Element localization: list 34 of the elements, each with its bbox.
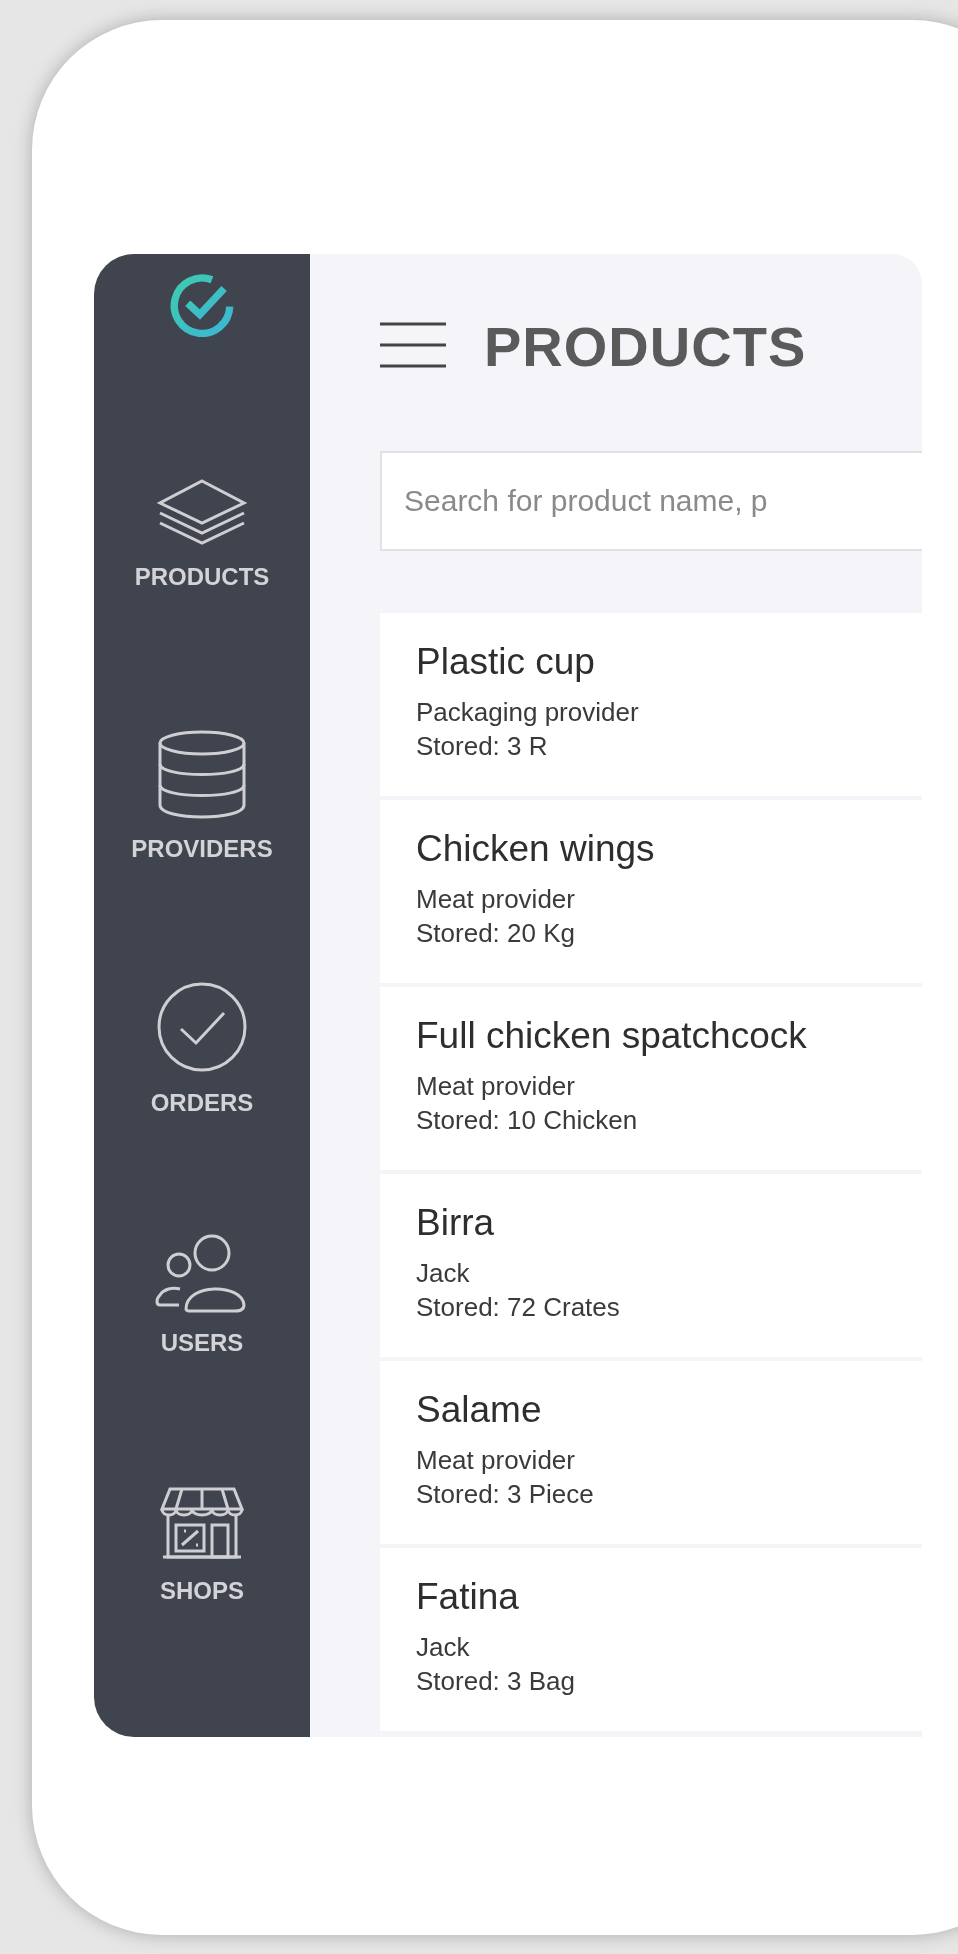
provider-name: Jack	[416, 1257, 470, 1290]
nav-item[interactable]: SHOPS	[160, 1485, 244, 1737]
product-name: Salame	[416, 1389, 542, 1431]
nav-item[interactable]: PROVIDERS	[131, 729, 273, 981]
provider-name: Jack	[416, 1631, 470, 1664]
product-name: Fatina	[416, 1576, 519, 1618]
product-card[interactable]: Birra Jack Stored: 72 Crates	[380, 1174, 922, 1357]
layers-icon	[156, 477, 248, 547]
search-field[interactable]: Search for product name, p	[380, 451, 922, 551]
checkmark-circle-icon	[156, 981, 248, 1073]
stock-text: Stored: 3 Bag	[416, 1665, 575, 1698]
stock-text: Stored: 20 Kg	[416, 917, 575, 950]
page-title: PRODUCTS	[484, 314, 807, 379]
product-name: Plastic cup	[416, 641, 595, 683]
nav-item[interactable]: ORDERS	[150, 981, 254, 1233]
nav-item[interactable]: PRODUCTS	[134, 477, 270, 729]
shop-icon	[160, 1485, 244, 1561]
product-card[interactable]: Full chicken spatchcock Meat provider Stored: 10 Chicken	[380, 987, 922, 1170]
product-card[interactable]: Salame Meat provider Stored: 3 Piece	[380, 1361, 922, 1544]
stock-text: Stored: 3 R	[416, 730, 548, 763]
nav-item[interactable]: USERS	[154, 1233, 250, 1485]
provider-name: Packaging provider	[416, 696, 639, 729]
provider-name: Meat provider	[416, 883, 575, 916]
provider-name: Meat provider	[416, 1444, 575, 1477]
provider-name: Meat provider	[416, 1070, 575, 1103]
stock-text: Stored: 10 Chicken	[416, 1104, 638, 1137]
product-name: Full chicken spatchcock	[416, 1015, 807, 1057]
product-card[interactable]: Chicken wings Meat provider Stored: 20 Kg	[380, 800, 922, 983]
product-card[interactable]: Fatina Jack Stored: 3 Bag	[380, 1548, 922, 1731]
stock-text: Stored: 3 Piece	[416, 1478, 594, 1511]
product-name: Birra	[416, 1202, 495, 1244]
product-name: Chicken wings	[416, 828, 655, 870]
product-card[interactable]: Plastic cup Packaging provider Stored: 3 R	[380, 613, 922, 796]
stock-text: Stored: 72 Crates	[416, 1291, 620, 1324]
